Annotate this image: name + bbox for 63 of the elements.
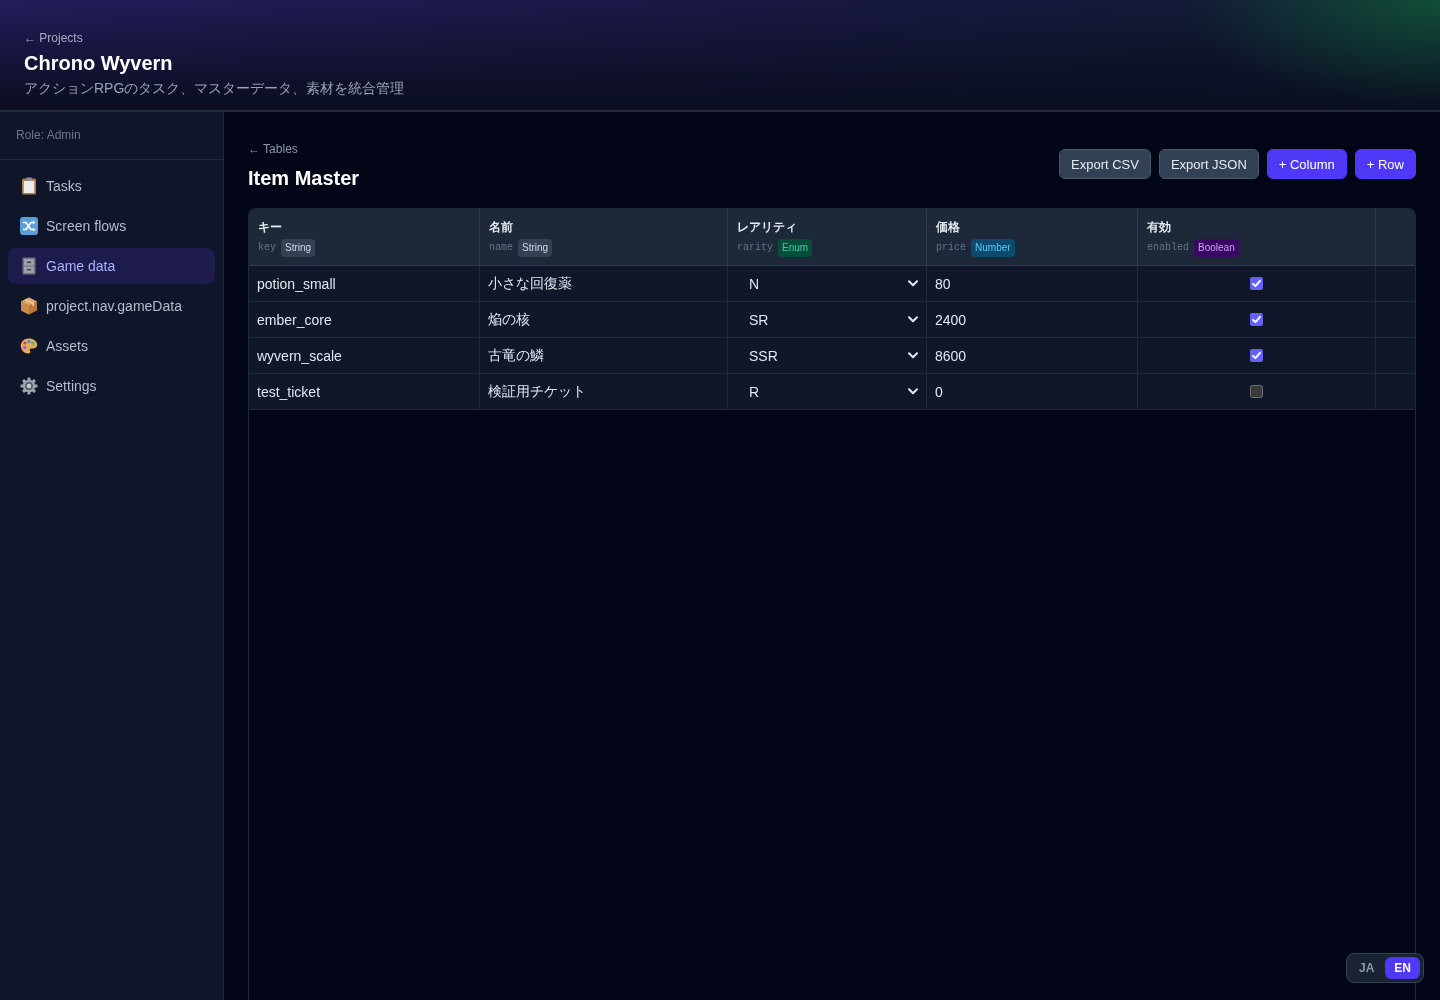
type-badge: Enum — [778, 239, 813, 257]
export-csv-button[interactable]: Export CSV — [1059, 149, 1151, 179]
chevron-down-icon — [908, 352, 918, 359]
checkbox[interactable] — [1250, 277, 1263, 290]
table-cell: potion_small — [257, 275, 336, 292]
column-key: price — [936, 241, 966, 255]
column-key: enabled — [1147, 241, 1189, 255]
checkbox[interactable] — [1250, 349, 1263, 362]
table-cell: 0 — [935, 383, 943, 400]
add-column-button[interactable]: + Column — [1266, 149, 1347, 179]
type-badge: Number — [971, 239, 1015, 257]
chevron-down-icon — [908, 316, 918, 323]
dropdown-select[interactable]: SSR — [736, 341, 918, 370]
dropdown-select[interactable]: SR — [736, 305, 918, 334]
role-label: Role: Admin — [16, 127, 81, 143]
dropdown-select[interactable]: R — [736, 377, 918, 406]
table-cell: 80 — [935, 275, 951, 292]
palette-icon — [20, 337, 38, 355]
language-option[interactable]: EN — [1385, 957, 1420, 979]
column-label: 名前 — [489, 219, 513, 235]
checkbox[interactable] — [1250, 385, 1263, 398]
language-option[interactable]: JA — [1350, 957, 1384, 979]
table-cell: ember_core — [257, 311, 332, 328]
table-cell: 小さな回復薬 — [488, 274, 572, 293]
table-cell: 焔の核 — [488, 310, 530, 329]
column-label: レアリティ — [737, 219, 797, 235]
export-json-button[interactable]: Export JSON — [1158, 149, 1259, 179]
sidebar-item[interactable]: project.nav.gameData — [8, 288, 215, 324]
column-key: name — [489, 241, 513, 255]
table-cell: 2400 — [935, 311, 967, 328]
page-title: Item Master — [248, 166, 360, 191]
chevron-down-icon — [908, 388, 918, 395]
type-badge: Boolean — [1194, 239, 1239, 257]
column-label: 有効 — [1147, 219, 1171, 235]
shuffle-icon — [20, 217, 38, 235]
table-cell: test_ticket — [257, 383, 321, 400]
type-badge: String — [518, 239, 553, 257]
project-description: アクションRPGのタスク、マスターデータ、素材を統合管理 — [24, 79, 405, 98]
column-key: key — [258, 241, 276, 255]
sidebar-item[interactable]: Settings — [8, 368, 215, 404]
table-cell: 検証用チケット — [488, 382, 586, 401]
file-cabinet-icon — [20, 257, 38, 275]
sidebar-item[interactable]: Tasks — [8, 168, 215, 204]
package-icon — [20, 297, 38, 315]
sidebar-item[interactable]: Assets — [8, 328, 215, 364]
add-row-button[interactable]: + Row — [1354, 149, 1416, 179]
project-title: Chrono Wyvern — [24, 51, 173, 76]
checkbox[interactable] — [1250, 313, 1263, 326]
chevron-down-icon — [908, 280, 918, 287]
column-label: キー — [258, 219, 282, 235]
breadcrumb-link[interactable]: ← Tables — [248, 141, 298, 157]
sidebar-item[interactable]: Game data — [8, 248, 215, 284]
gear-icon — [20, 377, 38, 395]
table-cell: 古竜の鱗 — [488, 346, 544, 365]
column-key: rarity — [737, 241, 773, 255]
column-label: 価格 — [936, 219, 960, 235]
type-badge: String — [281, 239, 316, 257]
breadcrumb-link[interactable]: ← Projects — [24, 30, 83, 46]
clipboard-icon — [20, 177, 38, 195]
dropdown-select[interactable]: N — [736, 269, 918, 298]
table-cell: 8600 — [935, 347, 967, 364]
table-cell: wyvern_scale — [257, 347, 342, 364]
sidebar-item[interactable]: Screen flows — [8, 208, 215, 244]
